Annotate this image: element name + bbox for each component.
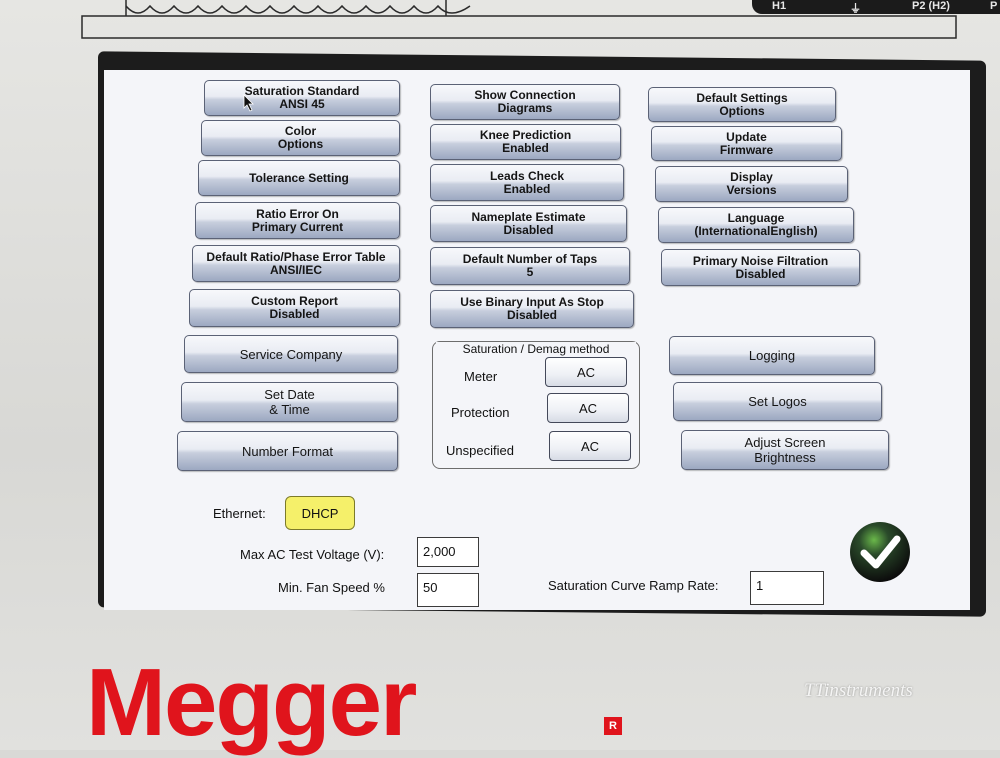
registered-mark: R <box>604 717 622 735</box>
button-value: Primary Current <box>251 219 344 234</box>
nameplate-estimate-button[interactable]: Nameplate Estimate Disabled <box>430 205 627 242</box>
min-fan-speed-input[interactable]: 50 <box>417 573 479 607</box>
check-icon[interactable] <box>849 521 911 583</box>
language-button[interactable]: Language (InternationalEnglish) <box>658 207 854 243</box>
saturation-standard-button[interactable]: Saturation Standard ANSI 45 <box>204 80 400 116</box>
display-versions-button[interactable]: Display Versions <box>655 166 848 202</box>
button-value: Enabled <box>503 181 551 196</box>
binary-input-stop-button[interactable]: Use Binary Input As Stop Disabled <box>430 290 634 328</box>
ethernet-dhcp-button[interactable]: DHCP <box>285 496 355 530</box>
leads-check-button[interactable]: Leads Check Enabled <box>430 164 624 201</box>
default-number-taps-button[interactable]: Default Number of Taps 5 <box>430 247 630 285</box>
max-ac-voltage-input[interactable]: 2,000 <box>417 537 479 567</box>
cursor-icon <box>243 94 254 112</box>
button-value: Options <box>277 137 324 151</box>
default-settings-options-button[interactable]: Default Settings Options <box>648 87 836 122</box>
button-value: 5 <box>526 265 534 279</box>
button-value: ANSI 45 <box>279 97 325 111</box>
button-value: Firmware <box>719 142 774 157</box>
button-value: Disabled <box>735 266 786 281</box>
button-value: & Time <box>269 402 310 417</box>
terminal-p2-label: P2 (H2) <box>912 0 950 12</box>
demag-method-title: Saturation / Demag method <box>436 342 636 356</box>
button-label: Tolerance Setting <box>249 170 349 185</box>
button-value: Disabled <box>503 222 554 237</box>
protection-ac-button[interactable]: AC <box>547 393 629 423</box>
button-value: Disabled <box>269 307 320 321</box>
unspecified-label: Unspecified <box>446 443 514 458</box>
unspecified-ac-button[interactable]: AC <box>549 431 631 461</box>
button-label: Service Company <box>239 346 343 362</box>
button-label: Update <box>726 129 767 144</box>
terminal-label-strip: H1 ⏚ P2 (H2) P <box>752 0 1000 15</box>
button-label: Set Date <box>264 387 315 402</box>
button-value: Enabled <box>502 141 549 155</box>
settings-screen: Saturation Standard ANSI 45 Color Option… <box>104 70 970 610</box>
button-value: (InternationalEnglish) <box>694 224 818 238</box>
custom-report-button[interactable]: Custom Report Disabled <box>189 289 400 327</box>
logging-button[interactable]: Logging <box>669 336 875 375</box>
protection-label: Protection <box>451 405 510 420</box>
meter-ac-button[interactable]: AC <box>545 357 627 387</box>
terminal-ground-label: ⏚ <box>850 3 861 15</box>
ethernet-label: Ethernet: <box>213 506 266 521</box>
terminal-p-label: P <box>990 0 998 12</box>
ramp-rate-label: Saturation Curve Ramp Rate: <box>548 578 719 593</box>
max-ac-voltage-label: Max AC Test Voltage (V): <box>240 547 385 562</box>
ratio-error-button[interactable]: Ratio Error On Primary Current <box>195 202 400 239</box>
button-value: ANSI/IEC <box>269 262 322 277</box>
button-label: Logging <box>748 348 796 363</box>
button-value: Disabled <box>506 308 557 322</box>
button-label: Set Logos <box>748 394 807 409</box>
terminal-h1-label: H1 <box>772 0 787 12</box>
meter-label: Meter <box>464 369 498 384</box>
button-value: Versions <box>726 183 777 197</box>
update-firmware-button[interactable]: Update Firmware <box>651 126 842 161</box>
button-value: Diagrams <box>497 101 553 115</box>
service-company-button[interactable]: Service Company <box>184 335 398 373</box>
button-label: Default Ratio/Phase Error Table <box>206 249 386 264</box>
ramp-rate-input[interactable]: 1 <box>750 571 824 605</box>
knee-prediction-button[interactable]: Knee Prediction Enabled <box>430 124 621 160</box>
button-label: Primary Noise Filtration <box>692 253 829 268</box>
primary-noise-filtration-button[interactable]: Primary Noise Filtration Disabled <box>661 249 860 286</box>
adjust-screen-brightness-button[interactable]: Adjust Screen Brightness <box>681 430 889 470</box>
megger-logo: Megger <box>86 649 417 756</box>
button-label: Number Format <box>241 443 334 459</box>
set-date-time-button[interactable]: Set Date & Time <box>181 382 398 422</box>
button-label: Adjust Screen <box>744 435 826 450</box>
button-label: Leads Check <box>489 168 565 183</box>
button-label: Ratio Error On <box>256 206 339 221</box>
button-value: Options <box>719 103 765 118</box>
color-options-button[interactable]: Color Options <box>201 120 400 156</box>
show-connection-diagrams-button[interactable]: Show Connection Diagrams <box>430 84 620 120</box>
watermark: TTinstruments <box>804 680 913 701</box>
set-logos-button[interactable]: Set Logos <box>673 382 882 421</box>
number-format-button[interactable]: Number Format <box>177 431 398 471</box>
default-ratio-phase-table-button[interactable]: Default Ratio/Phase Error Table ANSI/IEC <box>192 245 400 282</box>
button-value: Brightness <box>754 450 816 465</box>
button-label: Nameplate Estimate <box>471 209 586 224</box>
min-fan-speed-label: Min. Fan Speed % <box>278 580 385 595</box>
button-label: Default Settings <box>696 90 788 105</box>
tolerance-setting-button[interactable]: Tolerance Setting <box>198 160 400 196</box>
